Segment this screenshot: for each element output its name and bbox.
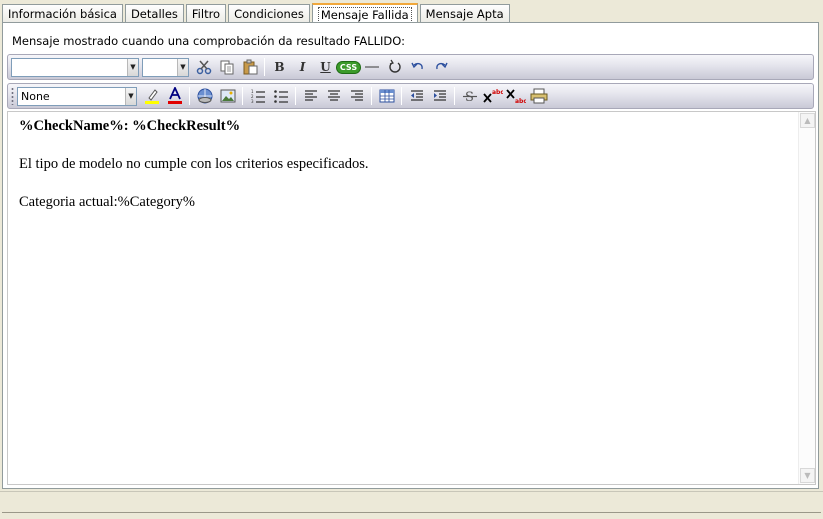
bullet-list-icon	[273, 90, 288, 103]
undo-button[interactable]	[406, 56, 429, 78]
tab-strip: Información básica Detalles Filtro Condi…	[2, 2, 512, 24]
message-line: El tipo de modelo no cumple con los crit…	[19, 156, 369, 172]
outdent-button[interactable]	[405, 85, 428, 107]
message-heading: %CheckName%: %CheckResult%	[19, 118, 241, 134]
chevron-down-icon: ▼	[177, 58, 188, 76]
refresh-icon	[388, 59, 401, 73]
insert-link-button[interactable]	[193, 85, 216, 107]
printer-icon	[530, 88, 547, 104]
horizontal-rule-button[interactable]	[360, 56, 383, 78]
css-icon: CSS	[335, 60, 362, 74]
indent-button[interactable]	[428, 85, 451, 107]
underline-button[interactable]: U	[314, 56, 337, 78]
outdent-icon	[410, 90, 423, 101]
css-button[interactable]: CSS	[335, 56, 362, 78]
strikethrough-button[interactable]: S	[458, 85, 481, 107]
svg-text:abc: abc	[515, 98, 526, 104]
subscript-icon: abc	[505, 89, 526, 104]
italic-button[interactable]: I	[291, 56, 314, 78]
align-center-button[interactable]	[322, 85, 345, 107]
numbered-list-icon: 123	[251, 89, 265, 104]
message-line: Categoria actual:%Category%	[19, 194, 195, 210]
font-name-select[interactable]: ▼	[11, 57, 139, 77]
superscript-button[interactable]: abc	[481, 85, 504, 107]
redo-icon	[435, 62, 448, 70]
tab-label: Detalles	[130, 7, 178, 21]
svg-text:3: 3	[251, 99, 254, 104]
tab-condiciones[interactable]: Condiciones	[228, 4, 310, 23]
scroll-up-button[interactable]: ▲	[800, 113, 815, 128]
chevron-down-icon: ▼	[127, 58, 138, 76]
font-color-button[interactable]	[163, 85, 186, 107]
font-color-icon	[167, 87, 182, 104]
divider	[2, 512, 821, 513]
chevron-down-icon: ▼	[804, 471, 811, 480]
tab-mensaje-apta[interactable]: Mensaje Apta	[419, 4, 510, 23]
redo-button[interactable]	[429, 56, 452, 78]
tab-filtro[interactable]: Filtro	[185, 4, 227, 23]
bold-button[interactable]: B	[268, 56, 291, 78]
tab-label: Información básica	[8, 7, 117, 21]
toolbar-separator	[371, 87, 372, 105]
scissors-icon	[196, 60, 211, 75]
insert-table-button[interactable]	[375, 85, 398, 107]
table-icon	[379, 89, 394, 103]
globe-link-icon	[197, 88, 212, 104]
chevron-up-icon: ▲	[804, 116, 811, 125]
align-right-icon	[350, 90, 363, 101]
cut-button[interactable]	[192, 56, 215, 78]
toolbar-separator	[454, 87, 455, 105]
paragraph-toolbar: None ▼ 123 S abc abc	[7, 83, 814, 109]
svg-text:abc: abc	[492, 89, 503, 96]
horizontal-line-icon	[364, 66, 379, 68]
align-right-button[interactable]	[345, 85, 368, 107]
scroll-down-button[interactable]: ▼	[800, 468, 815, 483]
font-size-select[interactable]: ▼	[142, 57, 189, 77]
copy-icon	[220, 60, 233, 75]
toolbar-grip[interactable]	[11, 87, 14, 105]
editor-content[interactable]: %CheckName%: %CheckResult% El tipo de mo…	[19, 117, 789, 231]
align-left-icon	[304, 90, 317, 101]
toolbar-separator	[189, 87, 190, 105]
toolbar-separator	[242, 87, 243, 105]
align-left-button[interactable]	[299, 85, 322, 107]
vertical-scrollbar[interactable]: ▲ ▼	[798, 112, 815, 484]
style-select[interactable]: None ▼	[17, 86, 137, 106]
highlight-color-button[interactable]	[140, 85, 163, 107]
tab-label: Filtro	[191, 7, 221, 21]
highlighter-icon	[144, 89, 159, 104]
toolbar-separator	[264, 58, 265, 76]
paste-button[interactable]	[238, 56, 261, 78]
formatting-toolbar: ▼ ▼ B I U CSS	[7, 54, 814, 80]
chevron-down-icon: ▼	[125, 87, 136, 105]
indent-icon	[433, 90, 446, 101]
paste-icon	[243, 59, 257, 75]
refresh-button[interactable]	[383, 56, 406, 78]
toolbar-separator	[295, 87, 296, 105]
tab-detalles[interactable]: Detalles	[124, 4, 184, 23]
tab-panel: Mensaje mostrado cuando una comprobación…	[2, 22, 819, 489]
toolbar-separator	[401, 87, 402, 105]
status-bar	[0, 491, 823, 519]
tab-label: Mensaje Fallida	[317, 6, 412, 23]
undo-icon	[410, 62, 423, 70]
image-icon	[220, 89, 235, 103]
print-button[interactable]	[527, 85, 550, 107]
subscript-button[interactable]: abc	[504, 85, 527, 107]
insert-image-button[interactable]	[216, 85, 239, 107]
bullet-list-button[interactable]	[269, 85, 292, 107]
tab-informacion-basica[interactable]: Información básica	[2, 4, 123, 23]
strikethrough-icon: S	[462, 90, 477, 104]
instruction-label: Mensaje mostrado cuando una comprobación…	[12, 34, 405, 48]
style-value: None	[21, 89, 50, 103]
tab-label: Mensaje Apta	[425, 7, 504, 21]
message-editor[interactable]: %CheckName%: %CheckResult% El tipo de mo…	[7, 111, 816, 485]
tab-label: Condiciones	[234, 7, 304, 21]
align-center-icon	[327, 90, 340, 101]
copy-button[interactable]	[215, 56, 238, 78]
superscript-icon: abc	[482, 89, 503, 103]
tab-mensaje-fallida[interactable]: Mensaje Fallida	[311, 3, 418, 24]
numbered-list-button[interactable]: 123	[246, 85, 269, 107]
